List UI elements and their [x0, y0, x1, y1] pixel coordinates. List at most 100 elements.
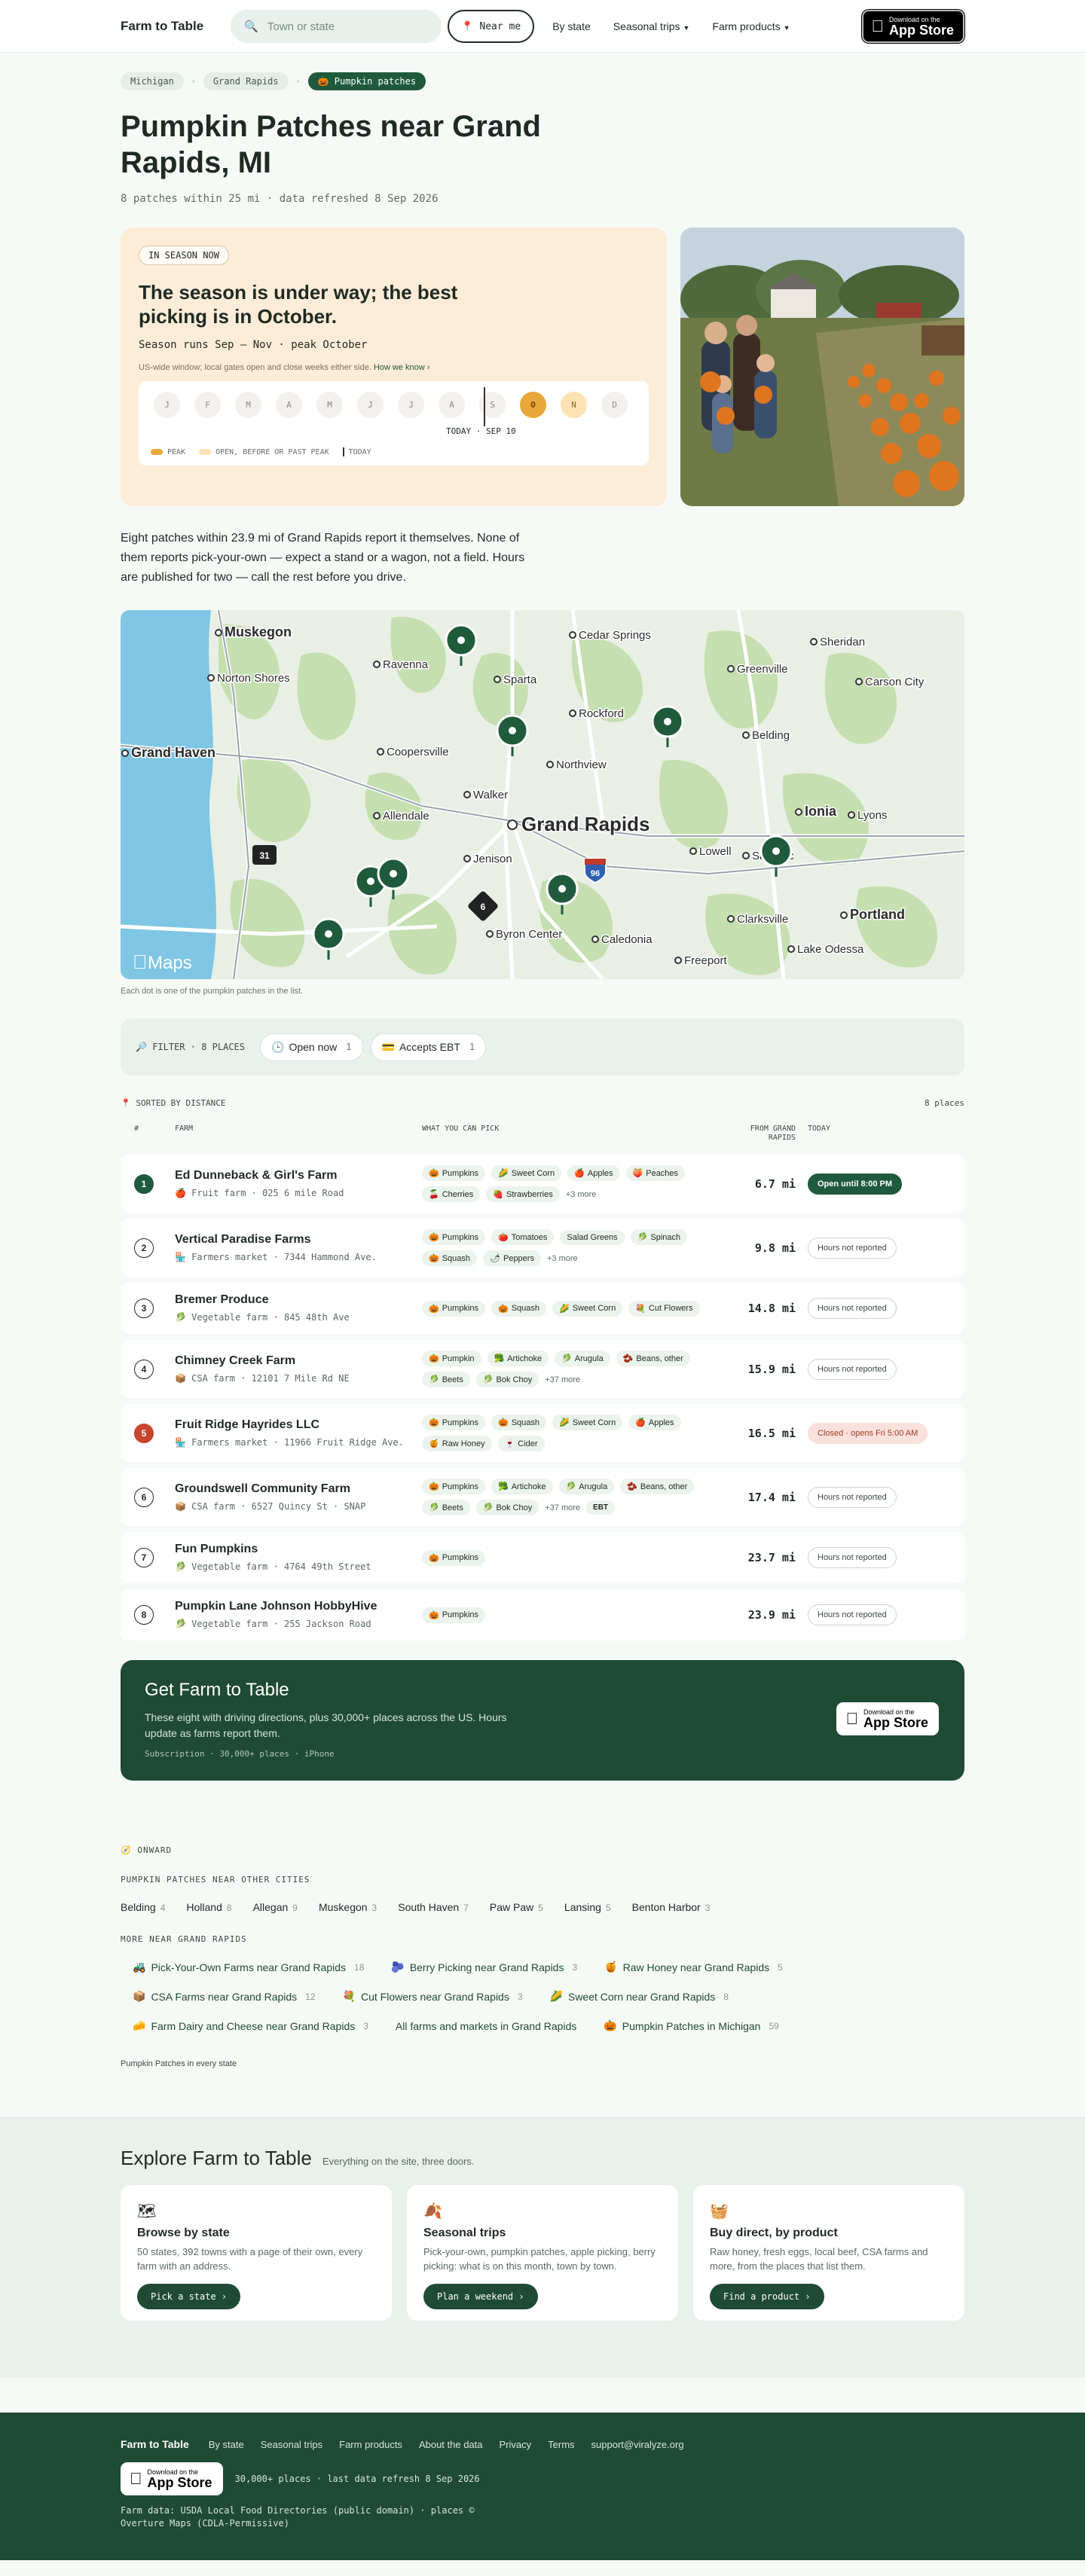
map-pin-3[interactable]	[651, 705, 684, 747]
cta-app-store-button[interactable]:  Download on theApp Store	[836, 1702, 939, 1735]
card-title: Seasonal trips	[423, 2227, 506, 2239]
farm-row[interactable]: 4 Chimney Creek Farm 📦 CSA farm · 12101 7 …	[121, 1340, 964, 1398]
related-link[interactable]: 🚜 Pick-Your-Own Farms near Grand Rapids 18	[133, 1961, 364, 1973]
farm-row[interactable]: 8 Pumpkin Lane Johnson HobbyHive 🥬 Vegetab…	[121, 1589, 964, 1641]
link-count: 3	[363, 2020, 368, 2031]
city-link[interactable]: South Haven 7	[398, 1901, 469, 1913]
more-tags[interactable]: +37 more	[545, 1375, 580, 1384]
breadcrumb-grand-rapids[interactable]: Grand Rapids	[203, 72, 289, 90]
card-button[interactable]: Find a product ›	[710, 2284, 824, 2309]
crop-icon: 🍎	[635, 1418, 646, 1427]
footer-link[interactable]: Terms	[548, 2439, 574, 2450]
map-pin-4[interactable]	[760, 835, 793, 877]
farm-name[interactable]: Groundswell Community Farm	[175, 1482, 422, 1496]
footer-link[interactable]: support@viralyze.org	[591, 2439, 684, 2450]
calendar-legend: PEAK OPEN, BEFORE OR PAST PEAK TODAY	[151, 447, 371, 456]
appstore-line2: App Store	[135, 2474, 212, 2490]
city-link[interactable]: Benton Harbor 3	[632, 1901, 711, 1913]
season-note: US-wide window; local gates open and clo…	[139, 362, 455, 374]
farm-row[interactable]: 3 Bremer Produce 🥬 Vegetable farm · 845 48…	[121, 1283, 964, 1334]
city-link[interactable]: Lansing 5	[564, 1901, 611, 1913]
site-logo[interactable]: Farm to Table	[121, 19, 203, 34]
footer-app-store-button[interactable]:  Download on theApp Store	[121, 2462, 223, 2495]
farm-row[interactable]: 1 Ed Dunneback & Girl's Farm 🍎 Fruit farm …	[121, 1155, 964, 1213]
related-link[interactable]: 🧀 Farm Dairy and Cheese near Grand Rapids…	[133, 2019, 368, 2032]
pick-tag: 🎃 Squash	[491, 1300, 547, 1317]
pick-tag-label: Raw Honey	[442, 1439, 485, 1448]
farm-name[interactable]: Fruit Ridge Hayrides LLC	[175, 1418, 422, 1432]
more-tags[interactable]: +37 more	[545, 1503, 580, 1512]
app-store-button[interactable]:  Download on theApp Store	[862, 10, 964, 43]
area-map[interactable]: Muskegon Norton Shores Grand Haven Ravenna S…	[121, 610, 964, 979]
season-card: IN SEASON NOW The season is under way; t…	[121, 227, 667, 506]
footer-link[interactable]: By state	[209, 2439, 244, 2450]
map-pin-8[interactable]	[312, 917, 345, 960]
card-button[interactable]: Pick a state ›	[137, 2284, 241, 2309]
crop-icon: 🎃	[429, 1254, 439, 1263]
city-link[interactable]: Paw Paw 5	[490, 1901, 543, 1913]
pick-tag-label: Sweet Corn	[572, 1418, 616, 1427]
chip-label: Accepts EBT	[399, 1041, 460, 1053]
footer-link[interactable]: Privacy	[500, 2439, 532, 2450]
how-we-know-link[interactable]: How we know ›	[374, 363, 430, 372]
crop-icon: 🥬	[429, 1503, 439, 1512]
search-input[interactable]: 🔍 Town or state	[231, 10, 442, 43]
footer-link[interactable]: About the data	[419, 2439, 483, 2450]
city-link[interactable]: Muskegon 3	[319, 1901, 377, 1913]
farm-name[interactable]: Chimney Creek Farm	[175, 1354, 422, 1368]
farm-row[interactable]: 5 Fruit Ridge Hayrides LLC 🏪 Farmers marke…	[121, 1404, 964, 1462]
today-status: Hours not reported	[808, 1237, 897, 1259]
accepts-ebt-chip[interactable]: 💳 Accepts EBT 1	[370, 1033, 487, 1061]
map-pin-1[interactable]	[445, 624, 478, 666]
map-pin-2[interactable]	[496, 714, 529, 756]
nav-seasonal-trips[interactable]: Seasonal trips ▼	[613, 20, 690, 32]
farm-row[interactable]: 6 Groundswell Community Farm 📦 CSA farm · …	[121, 1468, 964, 1526]
farm-row[interactable]: 2 Vertical Paradise Farms 🏪 Farmers market…	[121, 1219, 964, 1277]
farm-name[interactable]: Pumpkin Lane Johnson HobbyHive	[175, 1600, 422, 1613]
open-now-chip[interactable]: 🕒 Open now 1	[260, 1033, 363, 1061]
farm-name[interactable]: Vertical Paradise Farms	[175, 1233, 422, 1247]
site-footer: Farm to Table By state Seasonal trips Farm…	[0, 2413, 1085, 2560]
related-link[interactable]: 🌽 Sweet Corn near Grand Rapids 8	[550, 1990, 729, 2003]
farm-name[interactable]: Fun Pumpkins	[175, 1543, 422, 1556]
city-name: Holland	[186, 1901, 222, 1913]
footer-logo[interactable]: Farm to Table	[121, 2438, 189, 2450]
appstore-line2: App Store	[863, 1714, 928, 1730]
map-town-label: Ravenna	[383, 658, 429, 671]
map-town-allendale: Allendale	[373, 809, 430, 824]
map-pin-6[interactable]	[377, 857, 410, 899]
farm-name[interactable]: Ed Dunneback & Girl's Farm	[175, 1169, 422, 1183]
city-link[interactable]: Allegan 9	[253, 1901, 298, 1913]
pick-tag-label: Pumpkins	[442, 1304, 478, 1313]
farm-name[interactable]: Bremer Produce	[175, 1293, 422, 1307]
nav-farm-products[interactable]: Farm products ▼	[712, 20, 790, 32]
related-link[interactable]: 📦 CSA Farms near Grand Rapids 12	[133, 1990, 316, 2003]
near-me-button[interactable]: 📍 Near me	[448, 10, 535, 43]
every-state-link[interactable]: Pumpkin Patches in every state	[121, 2059, 964, 2068]
farm-row[interactable]: 7 Fun Pumpkins 🥬 Vegetable farm · 4764 49t…	[121, 1532, 964, 1583]
related-link[interactable]: 🍯 Raw Honey near Grand Rapids 5	[604, 1961, 783, 1973]
pick-tag: 🫘 Beans, other	[620, 1479, 695, 1494]
breadcrumb-michigan[interactable]: Michigan	[121, 72, 184, 90]
city-link[interactable]: Holland 8	[186, 1901, 231, 1913]
farm-meta: 🥬 Vegetable farm · 4764 49th Street	[175, 1561, 371, 1572]
farm-meta: 📦 CSA farm · 6527 Quincy St · SNAP	[175, 1500, 366, 1512]
month-12: D	[601, 392, 628, 418]
nav-by-state[interactable]: By state	[552, 20, 591, 32]
related-link[interactable]: 🫐 Berry Picking near Grand Rapids 3	[391, 1961, 577, 1973]
more-tags[interactable]: +3 more	[547, 1254, 578, 1263]
crop-icon: 🎃	[429, 1354, 439, 1363]
pick-tag-label: Pumpkins	[442, 1553, 478, 1562]
map-town-label: Ionia	[805, 804, 837, 819]
footer-link[interactable]: Seasonal trips	[261, 2439, 322, 2450]
more-tags[interactable]: +3 more	[566, 1190, 597, 1199]
related-link[interactable]: 💐 Cut Flowers near Grand Rapids 3	[343, 1990, 523, 2003]
related-link[interactable]: 🎃 Pumpkin Patches in Michigan 59	[604, 2019, 778, 2032]
map-town-portland: Portland	[840, 906, 906, 923]
footer-link[interactable]: Farm products	[339, 2439, 402, 2450]
city-link[interactable]: Belding 4	[121, 1901, 165, 1913]
crop-icon: 🍒	[429, 1190, 439, 1199]
related-link[interactable]: All farms and markets in Grand Rapids	[396, 2019, 576, 2032]
card-button[interactable]: Plan a weekend ›	[423, 2284, 538, 2309]
crop-icon: 🎃	[429, 1553, 439, 1563]
